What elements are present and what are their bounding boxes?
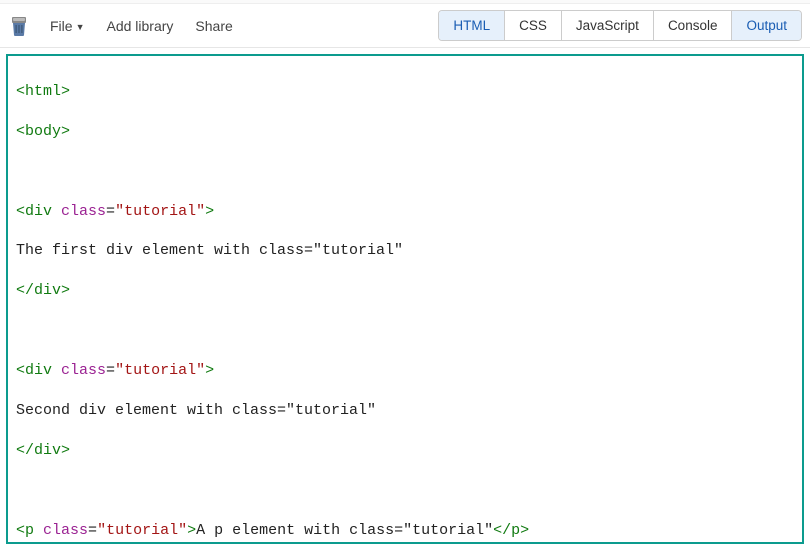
code-line: </div> [16,441,794,461]
code-editor[interactable]: <html> <body> <div class="tutorial"> The… [6,54,804,544]
file-menu-label: File [50,18,73,34]
toolbar-left: File▼ Add library Share [8,14,235,38]
chevron-down-icon: ▼ [76,22,85,32]
code-line: </div> [16,281,794,301]
tab-css[interactable]: CSS [505,11,562,40]
code-line: <p class="tutorial">A p element with cla… [16,521,794,541]
code-line: Second div element with class="tutorial" [16,401,794,421]
tab-html[interactable]: HTML [439,11,505,40]
code-line [16,162,794,182]
toolbar: File▼ Add library Share HTML CSS JavaScr… [0,4,810,48]
file-menu[interactable]: File▼ [48,14,86,38]
share-menu[interactable]: Share [193,14,234,38]
code-line [16,321,794,341]
tab-javascript[interactable]: JavaScript [562,11,654,40]
code-line: <html> [16,82,794,102]
tab-output[interactable]: Output [732,11,801,40]
tab-console[interactable]: Console [654,11,733,40]
code-line [16,481,794,501]
code-line: <body> [16,122,794,142]
code-line: <div class="tutorial"> [16,361,794,381]
add-library-menu[interactable]: Add library [104,14,175,38]
code-line: <div class="tutorial"> [16,202,794,222]
jsbin-logo-icon[interactable] [8,15,30,37]
panel-tabs: HTML CSS JavaScript Console Output [438,10,802,41]
editor-container: <html> <body> <div class="tutorial"> The… [0,48,810,550]
code-line: The first div element with class="tutori… [16,241,794,261]
